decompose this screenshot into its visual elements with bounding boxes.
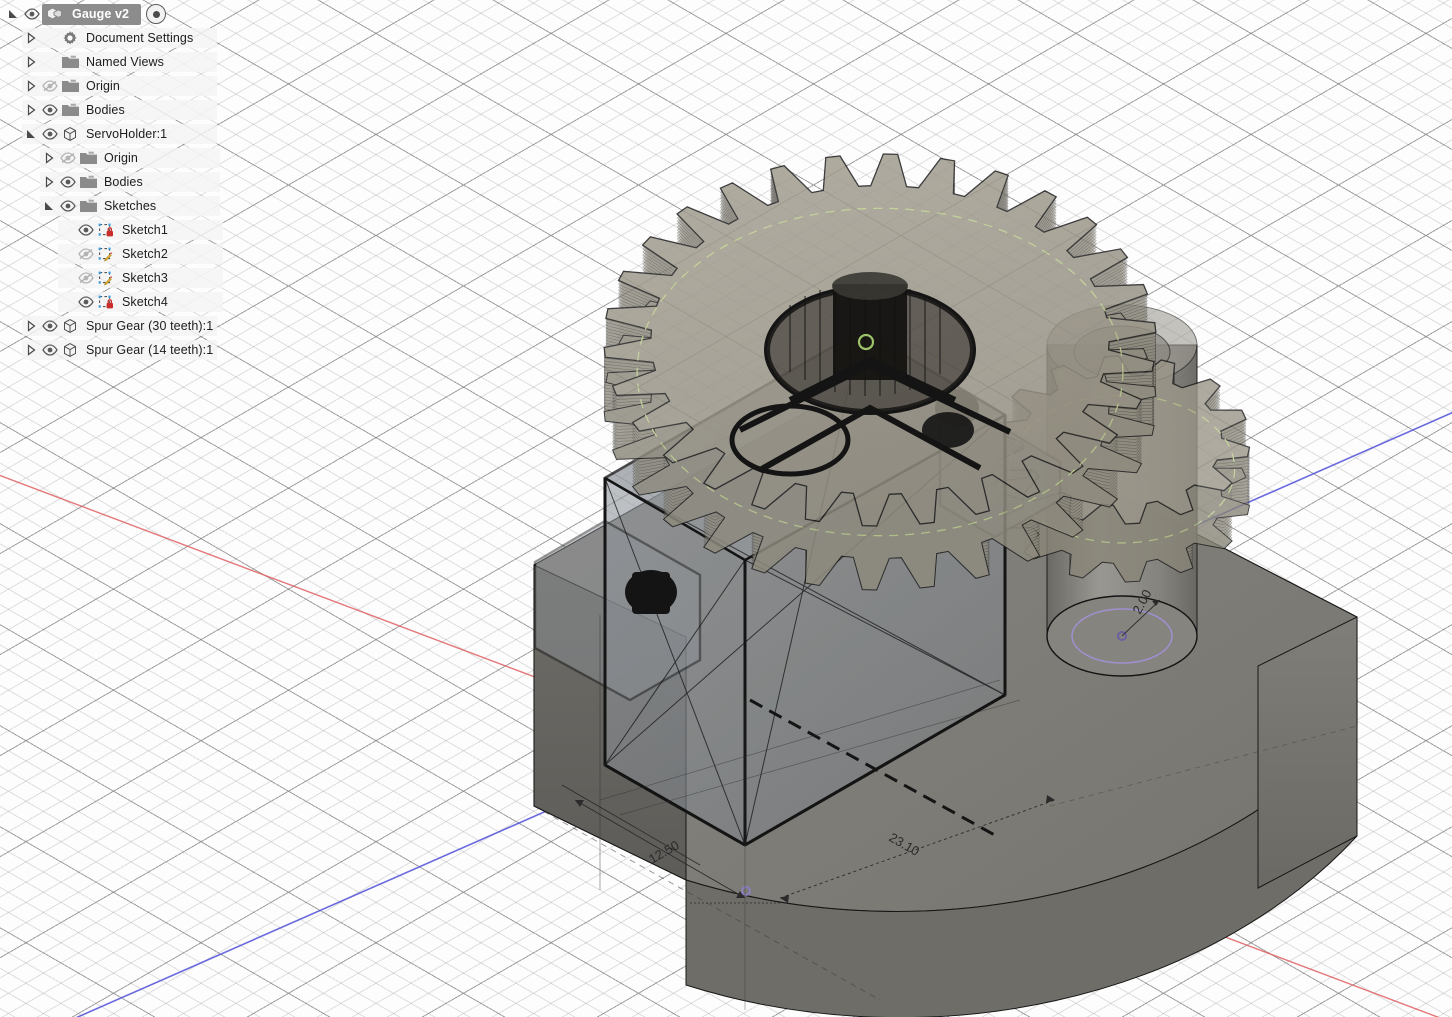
tree-item-origin[interactable]: Origin	[0, 146, 250, 170]
tree-item-label: Sketches	[104, 199, 157, 213]
eye-hidden-icon[interactable]	[76, 248, 96, 260]
tree-item-label: Origin	[86, 79, 120, 93]
tree-item-origin[interactable]: Origin	[0, 74, 250, 98]
tree-item-sketch3[interactable]: Sketch3	[0, 266, 250, 290]
collapse-arrow-icon[interactable]	[22, 128, 40, 140]
folder-icon	[60, 103, 80, 117]
tree-item-label: Origin	[104, 151, 138, 165]
browser-panel[interactable]: Gauge v2 Document Settings Named Views Orig…	[0, 0, 250, 362]
expand-arrow-icon[interactable]	[22, 56, 40, 68]
tree-item-content[interactable]: Spur Gear (30 teeth):1	[40, 318, 213, 334]
folder-icon	[78, 175, 98, 189]
eye-visible-icon[interactable]	[58, 176, 78, 188]
expand-arrow-icon[interactable]	[22, 344, 40, 356]
eye-hidden-icon[interactable]	[76, 272, 96, 284]
eye-visible-icon[interactable]	[40, 128, 60, 140]
expand-arrow-icon[interactable]	[22, 104, 40, 116]
eye-hidden-icon[interactable]	[58, 152, 78, 164]
eye-visible-icon[interactable]	[40, 104, 60, 116]
folder-icon	[78, 151, 98, 165]
sketch-edit-icon	[96, 271, 116, 286]
tree-item-bodies[interactable]: Bodies	[0, 170, 250, 194]
tree-item-label: Bodies	[86, 103, 125, 117]
eye-visible-icon[interactable]	[40, 344, 60, 356]
tree-item-sketches[interactable]: Sketches	[0, 194, 250, 218]
tree-item-label: Bodies	[104, 175, 143, 189]
tree-item-gauge-v2[interactable]: Gauge v2	[0, 2, 250, 26]
tree-item-label: Gauge v2	[72, 7, 130, 21]
eye-visible-icon[interactable]	[58, 200, 78, 212]
tree-item-label: Sketch3	[122, 271, 168, 285]
folder-icon	[60, 79, 80, 93]
tree-item-spur-gear-14-teeth-1[interactable]: Spur Gear (14 teeth):1	[0, 338, 250, 362]
tree-item-label: Sketch4	[122, 295, 168, 309]
eye-visible-icon[interactable]	[76, 296, 96, 308]
expand-arrow-icon[interactable]	[22, 32, 40, 44]
tree-item-content[interactable]: Gauge v2	[42, 3, 142, 25]
tree-item-content[interactable]: Origin	[40, 79, 120, 93]
folder-icon	[78, 199, 98, 213]
eye-visible-icon[interactable]	[76, 224, 96, 236]
tree-item-label: Spur Gear (14 teeth):1	[86, 343, 214, 357]
tree-item-content[interactable]: Document Settings	[40, 30, 193, 46]
tree-item-content[interactable]: Bodies	[40, 103, 125, 117]
component-icon	[60, 126, 80, 142]
tree-item-label: Spur Gear (30 teeth):1	[86, 319, 214, 333]
tree-item-content[interactable]: Sketch2	[76, 247, 168, 262]
component-icon	[60, 318, 80, 334]
tree-item-bodies[interactable]: Bodies	[0, 98, 250, 122]
folder-icon	[60, 55, 80, 69]
tree-item-sketch1[interactable]: Sketch1	[0, 218, 250, 242]
expand-arrow-icon[interactable]	[40, 152, 58, 164]
eye-visible-icon[interactable]	[22, 8, 42, 20]
collapse-arrow-icon[interactable]	[40, 200, 58, 212]
sketch-locked-icon	[96, 223, 116, 238]
tree-item-servoholder-1[interactable]: ServoHolder:1	[0, 122, 250, 146]
activate-component-radio[interactable]	[146, 4, 167, 24]
eye-visible-icon[interactable]	[40, 320, 60, 332]
tree-item-label: Sketch1	[122, 223, 168, 237]
tree-item-spur-gear-30-teeth-1[interactable]: Spur Gear (30 teeth):1	[0, 314, 250, 338]
tree-item-named-views[interactable]: Named Views	[0, 50, 250, 74]
expand-arrow-icon[interactable]	[22, 80, 40, 92]
tree-item-content[interactable]: ServoHolder:1	[40, 126, 167, 142]
document-icon	[44, 6, 64, 22]
tree-item-content[interactable]: Spur Gear (14 teeth):1	[40, 342, 213, 358]
tree-item-content[interactable]: Sketches	[58, 199, 156, 213]
tree-item-content[interactable]: Bodies	[58, 175, 143, 189]
tree-item-content[interactable]: Sketch4	[76, 295, 168, 310]
eye-hidden-icon[interactable]	[40, 80, 60, 92]
gear-icon	[60, 30, 80, 46]
tree-item-content[interactable]: Sketch3	[76, 271, 168, 286]
tree-item-label: Document Settings	[86, 31, 194, 45]
tree-item-content[interactable]: Named Views	[40, 55, 164, 69]
tree-item-label: Named Views	[86, 55, 164, 69]
tree-item-content[interactable]: Sketch1	[76, 223, 168, 238]
tree-item-document-settings[interactable]: Document Settings	[0, 26, 250, 50]
tree-item-sketch4[interactable]: Sketch4	[0, 290, 250, 314]
expand-arrow-icon[interactable]	[22, 320, 40, 332]
tree-item-label: Sketch2	[122, 247, 168, 261]
sketch-edit-icon	[96, 247, 116, 262]
tree-item-label: ServoHolder:1	[86, 127, 168, 141]
tree-item-content[interactable]: Origin	[58, 151, 138, 165]
expand-arrow-icon[interactable]	[40, 176, 58, 188]
sketch-locked-icon	[96, 295, 116, 310]
collapse-arrow-icon[interactable]	[4, 8, 22, 20]
tree-item-sketch2[interactable]: Sketch2	[0, 242, 250, 266]
component-icon	[60, 342, 80, 358]
